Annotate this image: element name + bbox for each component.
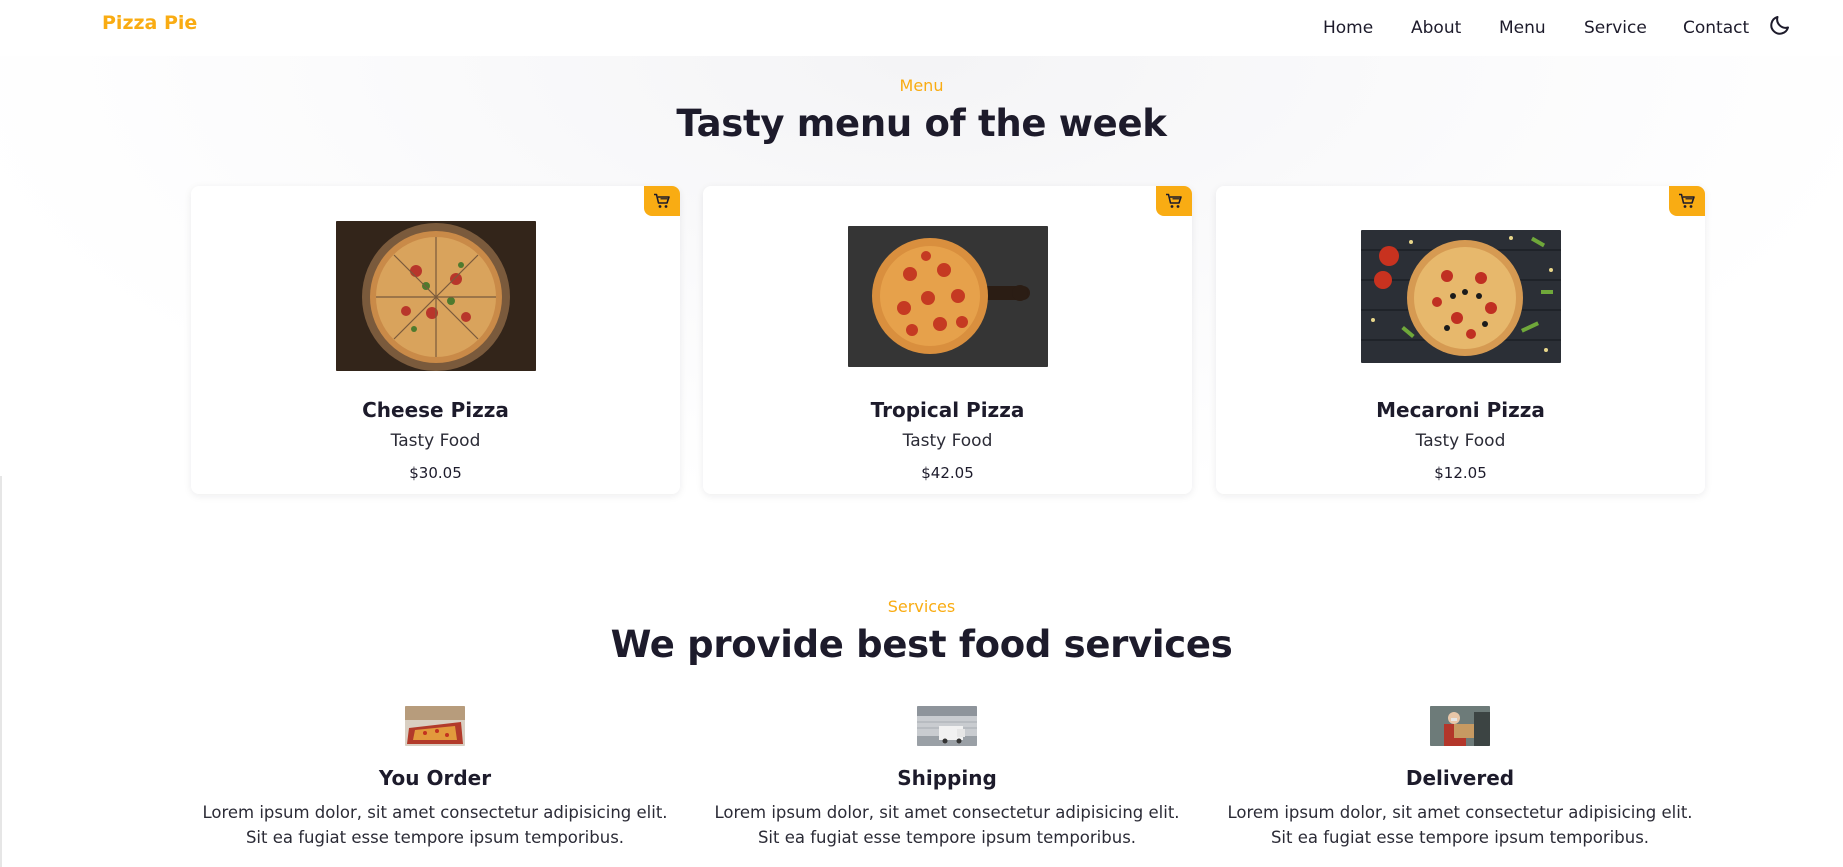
menu-item-desc: Tasty Food — [390, 431, 481, 451]
services-title: We provide best food services — [610, 623, 1233, 666]
menu-item-name: Cheese Pizza — [362, 398, 509, 422]
nav-about[interactable]: About — [1411, 14, 1461, 42]
site-header: Pizza Pie Home About Menu Service Contac… — [0, 0, 1843, 56]
mecaroni-pizza-image — [1360, 230, 1561, 363]
menu-card: Tropical Pizza Tasty Food $42.05 — [703, 186, 1192, 494]
page: Pizza Pie Home About Menu Service Contac… — [0, 0, 1843, 867]
menu-item-price: $42.05 — [921, 464, 974, 482]
cart-icon — [654, 193, 670, 208]
service-text: Lorem ipsum dolor, sit amet consectetur … — [202, 803, 668, 847]
menu-title: Tasty menu of the week — [676, 102, 1167, 145]
services-subtitle: Services — [887, 597, 956, 616]
cart-icon — [1679, 193, 1695, 208]
cart-icon — [1166, 193, 1182, 208]
main-nav: Home About Menu Service Contact — [0, 14, 1843, 42]
nav-contact[interactable]: Contact — [1683, 14, 1749, 42]
service-title: Delivered — [1405, 766, 1515, 790]
menu-subtitle: Menu — [899, 76, 944, 95]
menu-card: Cheese Pizza Tasty Food $30.05 — [191, 186, 680, 494]
order-image — [405, 706, 465, 746]
cheese-pizza-image — [335, 221, 536, 371]
menu-item-desc: Tasty Food — [1415, 431, 1506, 451]
add-to-cart-button[interactable] — [1669, 186, 1705, 216]
nav-menu[interactable]: Menu — [1499, 14, 1546, 42]
menu-item-name: Mecaroni Pizza — [1376, 398, 1545, 422]
moon-icon[interactable] — [1768, 13, 1792, 37]
service-title: Shipping — [897, 766, 997, 790]
service-title: You Order — [378, 766, 492, 790]
service-item: Delivered Lorem ipsum dolor, sit amet co… — [1220, 706, 1700, 850]
nav-home[interactable]: Home — [1323, 14, 1373, 42]
add-to-cart-button[interactable] — [1156, 186, 1192, 216]
menu-item-desc: Tasty Food — [902, 431, 993, 451]
shipping-image — [917, 706, 977, 746]
service-text: Lorem ipsum dolor, sit amet consectetur … — [714, 803, 1180, 847]
menu-card: Mecaroni Pizza Tasty Food $12.05 — [1216, 186, 1705, 494]
tropical-pizza-image — [847, 226, 1048, 367]
menu-item-name: Tropical Pizza — [870, 398, 1025, 422]
service-item: Shipping Lorem ipsum dolor, sit amet con… — [707, 706, 1187, 850]
menu-item-price: $12.05 — [1434, 464, 1487, 482]
service-text: Lorem ipsum dolor, sit amet consectetur … — [1227, 803, 1693, 847]
menu-item-price: $30.05 — [409, 464, 462, 482]
delivered-image — [1430, 706, 1490, 746]
nav-service[interactable]: Service — [1584, 14, 1647, 42]
add-to-cart-button[interactable] — [644, 186, 680, 216]
service-item: You Order Lorem ipsum dolor, sit amet co… — [195, 706, 675, 850]
